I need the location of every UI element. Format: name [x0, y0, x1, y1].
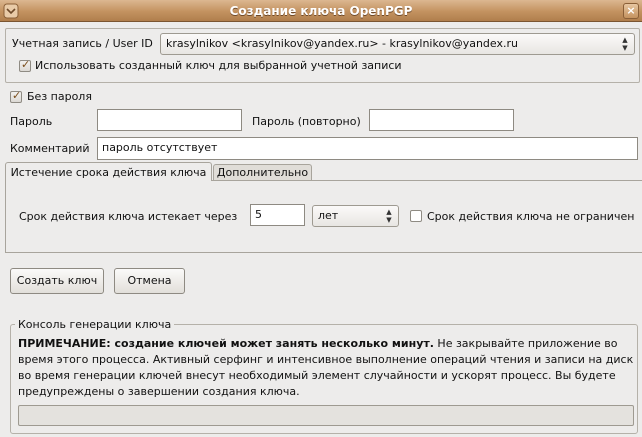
- console-title: Консоль генерации ключа: [15, 318, 175, 331]
- password-input[interactable]: [97, 109, 242, 131]
- password-repeat-label: Пароль (повторно): [252, 115, 361, 128]
- password-repeat-input[interactable]: [369, 109, 514, 131]
- title-bar: Создание ключа OpenPGP ×: [0, 0, 642, 22]
- progress-bar: [18, 405, 634, 426]
- comment-input[interactable]: пароль отсутствует: [97, 137, 638, 160]
- comment-label: Комментарий: [10, 142, 90, 155]
- no-expiry-checkbox[interactable]: [410, 210, 422, 222]
- tab-expiry-label: Истечение срока действия ключа: [10, 166, 207, 179]
- close-icon[interactable]: ×: [623, 3, 639, 19]
- unit-arrows-icon: ▲ ▼: [386, 208, 392, 224]
- account-label: Учетная запись / User ID: [12, 37, 153, 50]
- no-expiry-label[interactable]: Срок действия ключа не ограничен: [427, 210, 634, 223]
- expiry-amount-value: 5: [255, 208, 262, 221]
- tab-advanced-label: Дополнительно: [216, 166, 309, 179]
- account-select-value: krasylnikov <krasylnikov@yandex.ru> - kr…: [166, 37, 518, 50]
- cancel-label: Отмена: [127, 274, 172, 287]
- create-key-button[interactable]: Создать ключ: [10, 268, 104, 294]
- use-for-account-label[interactable]: Использовать созданный ключ для выбранно…: [35, 59, 402, 72]
- console-note: ПРИМЕЧАНИЕ: создание ключей может занять…: [18, 336, 634, 400]
- no-password-checkbox[interactable]: [10, 89, 22, 103]
- expiry-amount-input[interactable]: 5: [250, 204, 305, 226]
- tab-advanced[interactable]: Дополнительно: [213, 164, 312, 180]
- tab-expiry[interactable]: Истечение срока действия ключа: [5, 162, 212, 181]
- console-note-bold: ПРИМЕЧАНИЕ: создание ключей может занять…: [18, 337, 434, 350]
- combo-arrows-icon: ▲ ▼: [622, 36, 628, 52]
- expiry-label: Срок действия ключа истекает через: [19, 210, 238, 223]
- account-select[interactable]: krasylnikov <krasylnikov@yandex.ru> - kr…: [160, 33, 635, 55]
- no-password-label[interactable]: Без пароля: [27, 90, 92, 103]
- expiry-unit-value: лет: [318, 209, 339, 222]
- password-label: Пароль: [10, 115, 53, 128]
- create-key-label: Создать ключ: [16, 274, 98, 287]
- comment-value: пароль отсутствует: [102, 141, 218, 154]
- use-for-account-checkbox[interactable]: [19, 58, 31, 72]
- expiry-unit-select[interactable]: лет ▲ ▼: [312, 205, 399, 227]
- window-title: Создание ключа OpenPGP: [229, 4, 413, 18]
- cancel-button[interactable]: Отмена: [114, 268, 185, 294]
